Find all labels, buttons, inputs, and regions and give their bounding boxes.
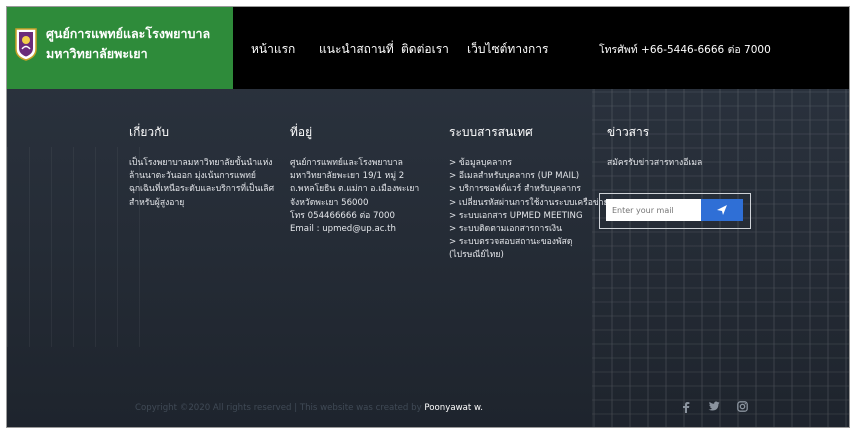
address-line: มหาวิทยาลัยพะเยา 19/1 หมู่ 2 [290,171,405,182]
address-line: ศูนย์การแพทย์และโรงพยาบาล [290,158,403,168]
facebook-icon[interactable] [679,401,693,415]
news-title: ข่าวสาร [607,125,650,139]
address-line: โทร 054466666 ต่อ 7000 [290,210,395,221]
address-text: ศูนย์การแพทย์และโรงพยาบาล มหาวิทยาลัยพะเ… [290,157,419,236]
brand-name-line2: มหาวิทยาลัยพะเยา [46,46,148,61]
copyright-notice: Copyright ©2020 All rights reserved | Th… [135,403,425,413]
address-line: จังหวัดพะเยา 56000 [290,197,369,208]
university-logo-icon [15,28,37,61]
author-link[interactable]: Poonyawat w. [424,403,483,413]
subscribe-button[interactable] [701,199,743,221]
address-title: ที่อยู่ [290,125,313,139]
news-subtitle: สมัครรับข่าวสารทางอีเมล [607,158,703,168]
phone-number: โทรศัพท์ +66-5446-6666 ต่อ 7000 [599,44,771,56]
link-finance-tracking[interactable]: > ระบบติดตามเอกสารการเงิน [449,223,609,236]
address-email: Email : upmed@up.ac.th [290,224,396,235]
newsletter-form [599,193,751,229]
systems-links: > ข้อมูลบุคลากร > อีเมลสำหรับบุคลากร (UP… [449,157,609,263]
about-line: สำหรับผู้สูงอายุ [129,197,185,208]
brand-name-line1: ศูนย์การแพทย์และโรงพยาบาล [46,26,211,41]
twitter-icon[interactable] [707,401,721,415]
copyright-text: Copyright ©2020 All rights reserved | Th… [135,403,483,413]
email-input[interactable] [606,199,702,221]
link-parcel-tracking[interactable]: > ระบบตรวจสอบสถานะของพัสดุ [449,236,609,249]
nav-about-place[interactable]: แนะนำสถานที่ [319,40,394,59]
nav-home[interactable]: หน้าแรก [251,40,295,59]
nav-official-website[interactable]: เว็บไซต์ทางการ [467,40,548,59]
link-parcel-tracking-note[interactable]: (ไปรษณีย์ไทย) [449,249,609,262]
about-line: ฉุกเฉินที่เหนือระดับและบริการที่เป็นเลิศ [129,184,275,195]
brand-block[interactable]: ศูนย์การแพทย์และโรงพยาบาล มหาวิทยาลัยพะเ… [7,7,233,89]
link-upmed-meeting[interactable]: > ระบบเอกสาร UPMED MEETING [449,210,609,223]
about-line: เป็นโรงพยาบาลมหาวิทยาลัยขั้นนำแห่ง [129,158,273,168]
link-change-password[interactable]: > เปลี่ยนรหัสผ่านการใช้งานระบบเครือข่าย [449,197,609,210]
about-title: เกี่ยวกับ [129,125,170,139]
about-line: ล้านนาตะวันออก มุ่งเน้นการแพทย์ [129,171,256,182]
about-text: เป็นโรงพยาบาลมหาวิทยาลัยขั้นนำแห่ง ล้านน… [129,157,274,210]
systems-title: ระบบสารสนเทศ [449,125,533,139]
page-frame: ศูนย์การแพทย์และโรงพยาบาล มหาวิทยาลัยพะเ… [6,6,850,428]
send-icon [717,205,727,215]
link-personnel-data[interactable]: > ข้อมูลบุคลากร [449,157,609,170]
instagram-icon[interactable] [735,401,749,415]
link-up-mail[interactable]: > อีเมลสำหรับบุคลากร (UP MAIL) [449,170,609,183]
background-shadow-image [7,147,147,347]
link-software-service[interactable]: > บริการซอฟต์แวร์ สำหรับบุคลากร [449,183,609,196]
address-line: ถ.พหลโยธิน ต.แม่กา อ.เมืองพะเยา [290,184,420,195]
nav-contact[interactable]: ติดต่อเรา [401,40,449,59]
top-navbar: ศูนย์การแพทย์และโรงพยาบาล มหาวิทยาลัยพะเ… [7,7,849,89]
